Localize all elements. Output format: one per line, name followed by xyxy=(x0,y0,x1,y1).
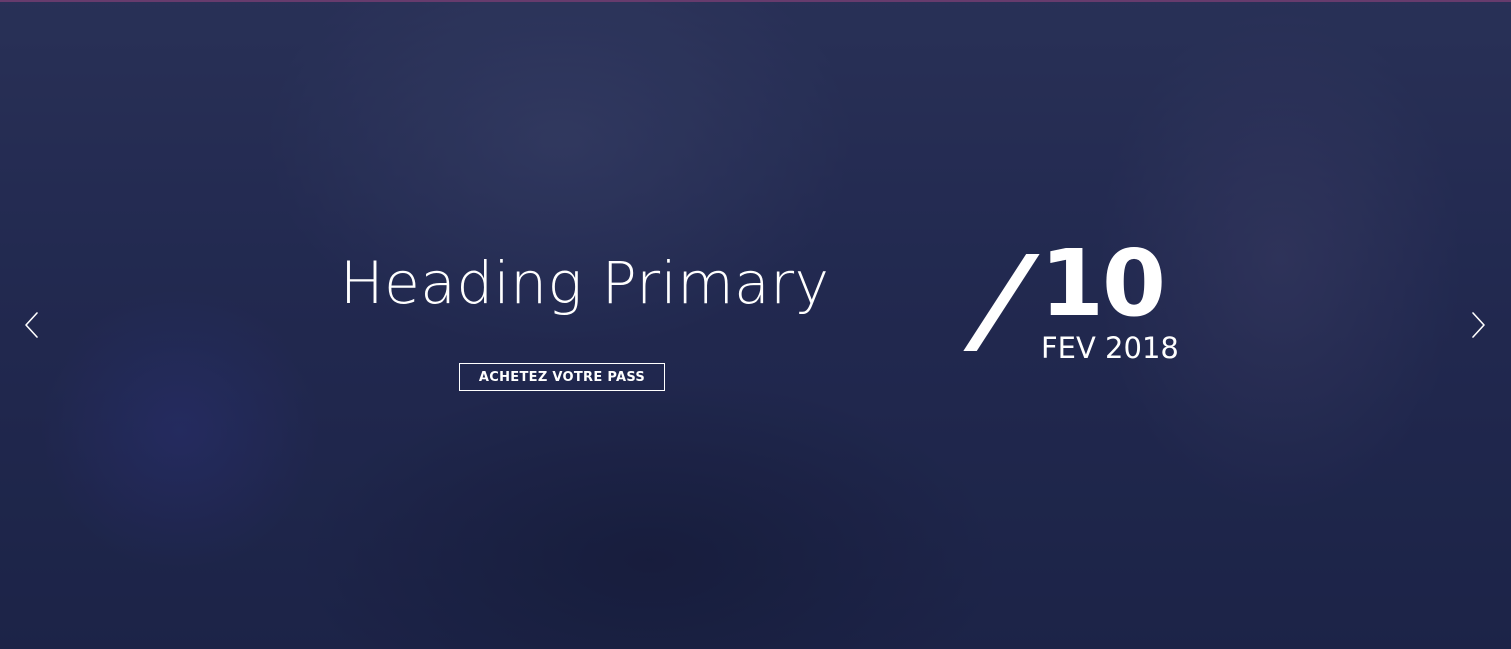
date-day: 10 xyxy=(1040,230,1166,337)
carousel-prev-button[interactable] xyxy=(16,310,46,340)
hero-slide: Heading Primary ACHETEZ VOTRE PASS / 10 … xyxy=(0,0,1511,649)
buy-pass-button[interactable]: ACHETEZ VOTRE PASS xyxy=(459,363,665,391)
carousel-next-button[interactable] xyxy=(1464,310,1494,340)
chevron-left-icon xyxy=(23,311,39,339)
background-image-overlay xyxy=(0,0,1511,649)
chevron-right-icon xyxy=(1471,311,1487,339)
date-month-year: FEV 2018 xyxy=(1041,331,1179,365)
slide-heading: Heading Primary xyxy=(340,249,830,317)
